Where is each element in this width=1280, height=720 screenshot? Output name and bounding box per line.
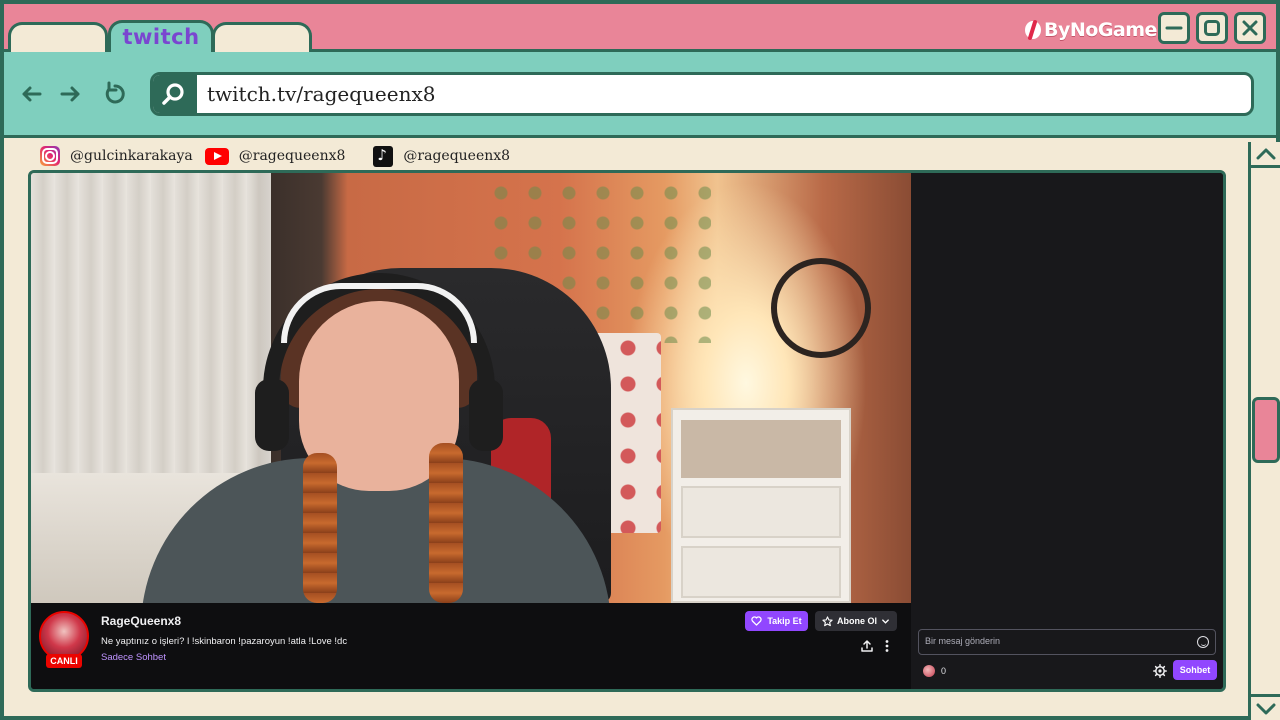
tiktok-icon <box>373 145 394 167</box>
gear-icon[interactable] <box>1153 664 1167 678</box>
minimize-button[interactable] <box>1158 12 1190 44</box>
shelf-cubby <box>681 420 841 478</box>
streamer-braid <box>429 443 463 603</box>
chevron-down-icon[interactable] <box>881 617 890 626</box>
emoji-icon[interactable] <box>1197 636 1209 648</box>
heart-icon <box>751 616 763 626</box>
channel-points-count: 0 <box>941 666 947 676</box>
live-badge: CANLI <box>46 654 82 668</box>
scrollbar-thumb[interactable] <box>1252 397 1280 463</box>
stream-category[interactable]: Sadece Sohbet <box>101 652 166 663</box>
youtube-icon <box>204 147 229 165</box>
follow-label: Takip Et <box>767 616 802 626</box>
chevron-down-icon <box>1256 703 1276 715</box>
headphones-band <box>281 283 477 343</box>
search-button[interactable] <box>153 75 197 113</box>
chat-send-button[interactable]: Sohbet <box>1173 660 1217 680</box>
streamer-braid <box>303 453 337 603</box>
subscribe-button[interactable]: Abone Ol <box>815 611 897 631</box>
forward-arrow-icon[interactable] <box>56 80 84 108</box>
maximize-button[interactable] <box>1196 12 1228 44</box>
bynogame-icon <box>1025 20 1041 40</box>
browser-tab[interactable] <box>212 22 312 52</box>
chat-placeholder: Bir mesaj gönderin <box>925 636 1001 646</box>
social-tiktok: @ragequeenx8 <box>373 145 511 167</box>
bynogame-logo: ByNoGame <box>1024 16 1157 44</box>
stream-title: Ne yaptınız o işleri? l !skinbaron !paza… <box>101 636 348 647</box>
search-icon <box>162 83 184 105</box>
scroll-up-button[interactable] <box>1251 142 1280 168</box>
browser-tab-active[interactable]: twitch <box>108 20 214 52</box>
maximize-icon <box>1204 20 1220 36</box>
instagram-handle: @gulcinkarakaya <box>70 148 193 164</box>
video-scene-shelf <box>671 408 851 603</box>
address-bar: twitch.tv/ragequeenx8 <box>4 52 1276 138</box>
shelf-drawer <box>681 486 841 538</box>
video-scene-wall-art <box>771 258 871 358</box>
channel-name[interactable]: RageQueenx8 <box>101 614 181 628</box>
scroll-down-button[interactable] <box>1251 694 1280 720</box>
title-bar: twitch ByNoGame <box>4 4 1276 52</box>
chevron-up-icon <box>1256 148 1276 160</box>
brand-name: ByNoGame <box>1044 19 1157 41</box>
scrollbar[interactable] <box>1248 142 1280 720</box>
social-instagram: @gulcinkarakaya <box>40 146 193 166</box>
browser-tab[interactable] <box>8 22 108 52</box>
twitch-logo: twitch <box>122 25 200 49</box>
url-field[interactable]: twitch.tv/ragequeenx8 <box>150 72 1254 116</box>
back-arrow-icon[interactable] <box>18 80 46 108</box>
url-text: twitch.tv/ragequeenx8 <box>207 82 436 106</box>
star-icon <box>822 615 833 626</box>
channel-points[interactable]: 0 <box>923 665 946 677</box>
share-icon[interactable] <box>860 639 874 653</box>
twitch-embed: CANLI RageQueenx8 Ne yaptınız o işleri? … <box>28 170 1226 692</box>
social-youtube: @ragequeenx8 <box>204 147 346 165</box>
youtube-handle: @ragequeenx8 <box>238 148 346 164</box>
channel-points-icon <box>923 665 935 677</box>
browser-window: twitch ByNoGame twitch.tv/ragequeenx8 @g… <box>0 0 1280 720</box>
stream-info-bar: CANLI RageQueenx8 Ne yaptınız o işleri? … <box>31 603 911 689</box>
more-options-icon[interactable] <box>881 639 893 653</box>
instagram-icon <box>40 146 60 166</box>
follow-button[interactable]: Takip Et <box>745 611 808 631</box>
close-icon <box>1242 20 1258 36</box>
close-button[interactable] <box>1234 12 1266 44</box>
tiktok-handle: @ragequeenx8 <box>403 148 511 164</box>
shelf-drawer <box>681 546 841 598</box>
chat-input[interactable]: Bir mesaj gönderin <box>918 629 1216 655</box>
reload-icon[interactable] <box>100 80 128 108</box>
minimize-icon <box>1165 26 1183 30</box>
stream-video[interactable] <box>31 173 911 603</box>
social-handles: @gulcinkarakaya @ragequeenx8 @ragequeenx… <box>40 144 522 168</box>
subscribe-label: Abone Ol <box>837 616 877 626</box>
chat-panel: Bir mesaj gönderin 0 Sohbet <box>911 173 1223 689</box>
